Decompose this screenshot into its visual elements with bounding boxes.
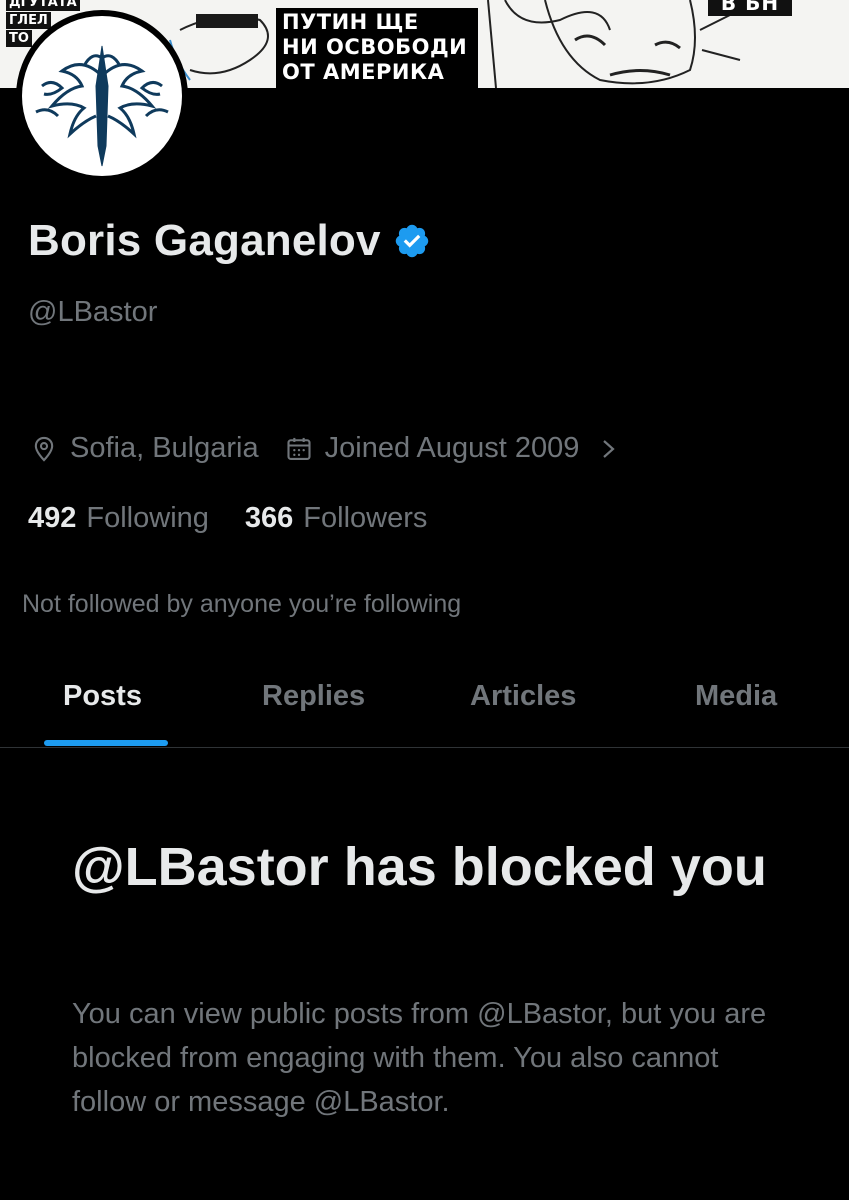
profile-location: Sofia, Bulgaria (70, 432, 259, 464)
verified-badge-icon[interactable] (393, 222, 431, 260)
banner-meme-caption: ПУТИН ЩЕ НИ ОСВОБОДИ ОТ АМЕРИКА (276, 8, 478, 88)
tab-posts[interactable]: Posts (63, 680, 142, 713)
profile-tabs: Posts Replies Articles Media (0, 660, 849, 748)
banner-meme-line: ОТ АМЕРИКА (282, 60, 445, 84)
tab-replies[interactable]: Replies (262, 680, 365, 713)
profile-meta-row: Sofia, Bulgaria Joined August 2009 (30, 432, 619, 465)
banner-left-line: ТО (6, 30, 32, 47)
banner-meme-line: ПУТИН ЩЕ (282, 10, 419, 34)
profile-joined-date: Joined August 2009 (324, 432, 580, 464)
avatar-image (22, 16, 182, 176)
display-name: Boris Gaganelov (28, 216, 381, 265)
followers-label: Followers (303, 502, 428, 534)
followed-by-note: Not followed by anyone you’re following (22, 590, 462, 618)
banner-right-tag: В БН (708, 0, 792, 16)
active-tab-indicator (44, 740, 168, 746)
tab-media[interactable]: Media (695, 680, 777, 713)
banner-left-line: ГЛЕЛ (6, 12, 51, 29)
location-pin-icon (34, 436, 54, 462)
following-count: 492 (28, 502, 77, 534)
following-stat[interactable]: 492 Following (28, 502, 209, 535)
avatar[interactable] (16, 10, 188, 182)
tribal-logo-icon (35, 45, 169, 167)
following-label: Following (86, 502, 209, 534)
profile-stats: 492 Following 366 Followers (28, 502, 463, 535)
profile-handle: @LBastor (28, 296, 158, 328)
calendar-icon (287, 437, 311, 460)
tab-articles[interactable]: Articles (470, 680, 576, 713)
blocked-description: You can view public posts from @LBastor,… (72, 998, 767, 1118)
followers-stat[interactable]: 366 Followers (245, 502, 427, 535)
banner-meme-line: НИ ОСВОБОДИ (282, 35, 468, 59)
banner-left-line: ДГУТАТА (6, 0, 80, 11)
blocked-title: @LBastor has blocked you (72, 837, 767, 897)
followers-count: 366 (244, 502, 294, 534)
profile-name-row: Boris Gaganelov (28, 216, 431, 266)
chevron-right-icon[interactable] (599, 435, 619, 463)
